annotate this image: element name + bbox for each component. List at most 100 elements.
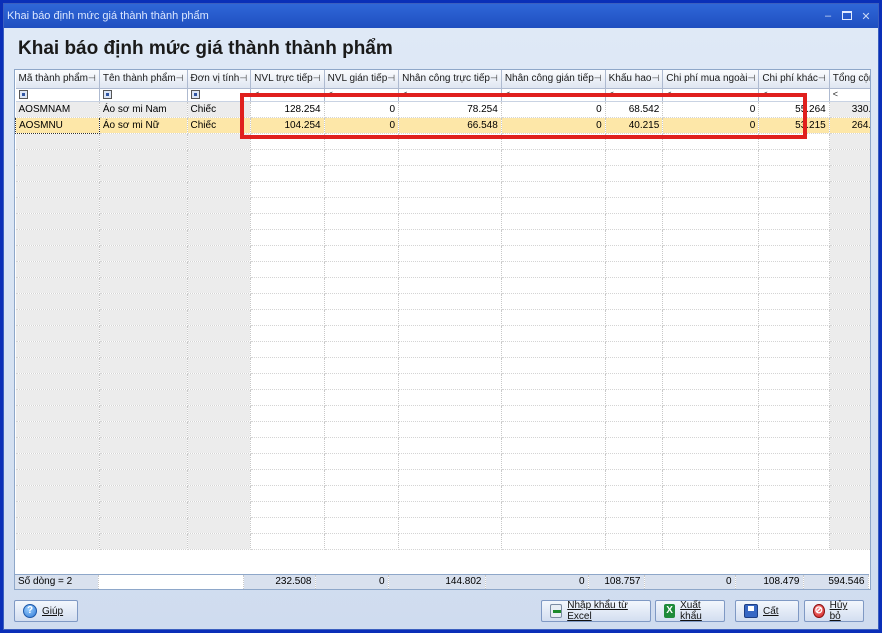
filter-operator[interactable]: < [328,89,333,99]
col-header-nvl-truc-tiep[interactable]: NVL trực tiếp ⊣ [250,70,325,89]
filter-cell[interactable]: < [250,88,325,102]
filter-cell[interactable] [15,88,100,102]
filter-options-icon[interactable] [18,89,28,99]
col-header-chi-phi-mua-ngoai[interactable]: Chi phí mua ngoài ⊣ [662,70,760,89]
pin-icon[interactable]: ⊣ [176,73,184,84]
table-row-selected[interactable]: AOSMNU Áo sơ mi Nữ Chiếc 104.254 0 66.54… [15,116,870,134]
cell-dvt[interactable]: Chiếc [187,117,252,134]
cell-tong[interactable]: 264.232 [829,117,870,134]
cell-dvt[interactable]: Chiếc [187,101,252,118]
cell-ma[interactable]: AOSMNAM [15,101,100,118]
import-excel-button[interactable]: Nhập khẩu từ Excel [541,600,651,622]
col-header-ten-thanh-pham[interactable]: Tên thành phẩm ⊣ [99,70,188,89]
cell-cp-mua-ngoai[interactable]: 0 [662,101,760,118]
cell-nc-gt[interactable]: 0 [501,101,606,118]
filter-cell[interactable]: < [398,88,502,102]
empty-cell [187,341,252,358]
filter-options-icon[interactable] [190,89,200,99]
cell-nvl-gt[interactable]: 0 [324,101,400,118]
filter-cell[interactable]: < [758,88,830,102]
empty-cell [250,213,325,230]
filter-cell[interactable] [187,88,252,102]
empty-cell [15,469,100,486]
filter-cell[interactable] [99,88,188,102]
pin-icon[interactable]: ⊣ [88,73,96,84]
col-header-nhan-cong-truc-tiep[interactable]: Nhân công trực tiếp ⊣ [398,70,502,89]
empty-cell [250,389,325,406]
cell-nvl-gt[interactable]: 0 [324,117,400,134]
col-header-nhan-cong-gian-tiep[interactable]: Nhân công gián tiếp ⊣ [501,70,606,89]
empty-cell [662,437,760,454]
filter-operator[interactable]: < [505,89,510,99]
cell-ma[interactable]: AOSMNU [15,116,100,134]
pin-icon[interactable]: ⊣ [747,73,755,84]
cell-cp-mua-ngoai[interactable]: 0 [662,117,760,134]
filter-cell[interactable]: < [829,88,870,102]
cell-cp-khac[interactable]: 53.215 [758,117,830,134]
col-header-tong-cong[interactable]: Tổng cộng⊣ [829,70,870,89]
maximize-icon[interactable] [842,10,852,20]
pin-icon[interactable]: ⊣ [387,73,395,84]
cell-nvl-tt[interactable]: 104.254 [250,117,325,134]
col-header-nvl-gian-tiep[interactable]: NVL gián tiếp ⊣ [324,70,400,89]
filter-operator[interactable]: < [762,89,767,99]
empty-cell [662,373,760,390]
export-button[interactable]: X Xuất khẩu [655,600,725,622]
empty-cell [398,501,502,518]
col-header-chi-phi-khac[interactable]: Chi phí khác ⊣ [758,70,830,89]
cell-nc-gt[interactable]: 0 [501,117,606,134]
pin-icon[interactable]: ⊣ [651,73,659,84]
empty-cell [187,149,252,166]
cell-cp-khac[interactable]: 55.264 [758,101,830,118]
filter-cell[interactable]: < [662,88,760,102]
filter-operator[interactable]: < [254,89,259,99]
empty-cell [15,133,100,150]
empty-cell [99,501,188,518]
empty-cell [99,453,188,470]
empty-cell [99,389,188,406]
save-button[interactable]: Cất [735,600,799,622]
empty-cell [99,261,188,278]
empty-cell [324,421,400,438]
cell-ten[interactable]: Áo sơ mi Nữ [99,117,188,134]
empty-cell [187,405,252,422]
cancel-button[interactable]: ⊘ Hủy bỏ [804,600,864,622]
empty-cell [605,389,664,406]
cell-nc-tt[interactable]: 78.254 [398,101,502,118]
filter-cell[interactable]: < [605,88,664,102]
empty-cell [501,501,606,518]
close-icon[interactable]: ✕ [860,10,872,23]
col-header-ma-thanh-pham[interactable]: Mã thành phẩm ⊣ [15,70,100,89]
summary-row: Số dòng = 2 232.508 0 144.802 0 108.757 … [15,573,869,589]
empty-cell [829,213,870,230]
pin-icon[interactable]: ⊣ [313,73,321,84]
filter-cell[interactable]: < [324,88,400,102]
pin-icon[interactable]: ⊣ [490,73,498,84]
col-header-khau-hao[interactable]: Khấu hao ⊣ [605,70,664,89]
filter-cell[interactable]: < [501,88,606,102]
cell-khau-hao[interactable]: 68.542 [605,101,664,118]
filter-options-icon[interactable] [102,89,112,99]
pin-icon[interactable]: ⊣ [239,73,247,84]
table-row[interactable]: AOSMNAM Áo sơ mi Nam Chiếc 128.254 0 78.… [15,101,870,118]
cell-ten[interactable]: Áo sơ mi Nam [99,101,188,118]
minimize-icon[interactable]: – [822,10,834,23]
empty-cell [99,437,188,454]
pin-icon[interactable]: ⊣ [594,73,602,84]
empty-cell [662,357,760,374]
filter-operator[interactable]: < [666,89,671,99]
cell-nvl-tt[interactable]: 128.254 [250,101,325,118]
cell-nc-tt[interactable]: 66.548 [398,117,502,134]
col-header-don-vi-tinh[interactable]: Đơn vị tính ⊣ [187,70,252,89]
help-button[interactable]: ? Giúp [14,600,78,622]
pin-icon[interactable]: ⊣ [818,73,826,84]
filter-operator[interactable]: < [833,89,838,99]
cell-tong[interactable]: 330.314 [829,101,870,118]
row-count: Số dòng = 2 [15,573,99,589]
cell-khau-hao[interactable]: 40.215 [605,117,664,134]
empty-cell [398,229,502,246]
filter-operator[interactable]: < [402,89,407,99]
filter-operator[interactable]: < [609,89,614,99]
empty-cell [758,293,830,310]
empty-cell [324,357,400,374]
